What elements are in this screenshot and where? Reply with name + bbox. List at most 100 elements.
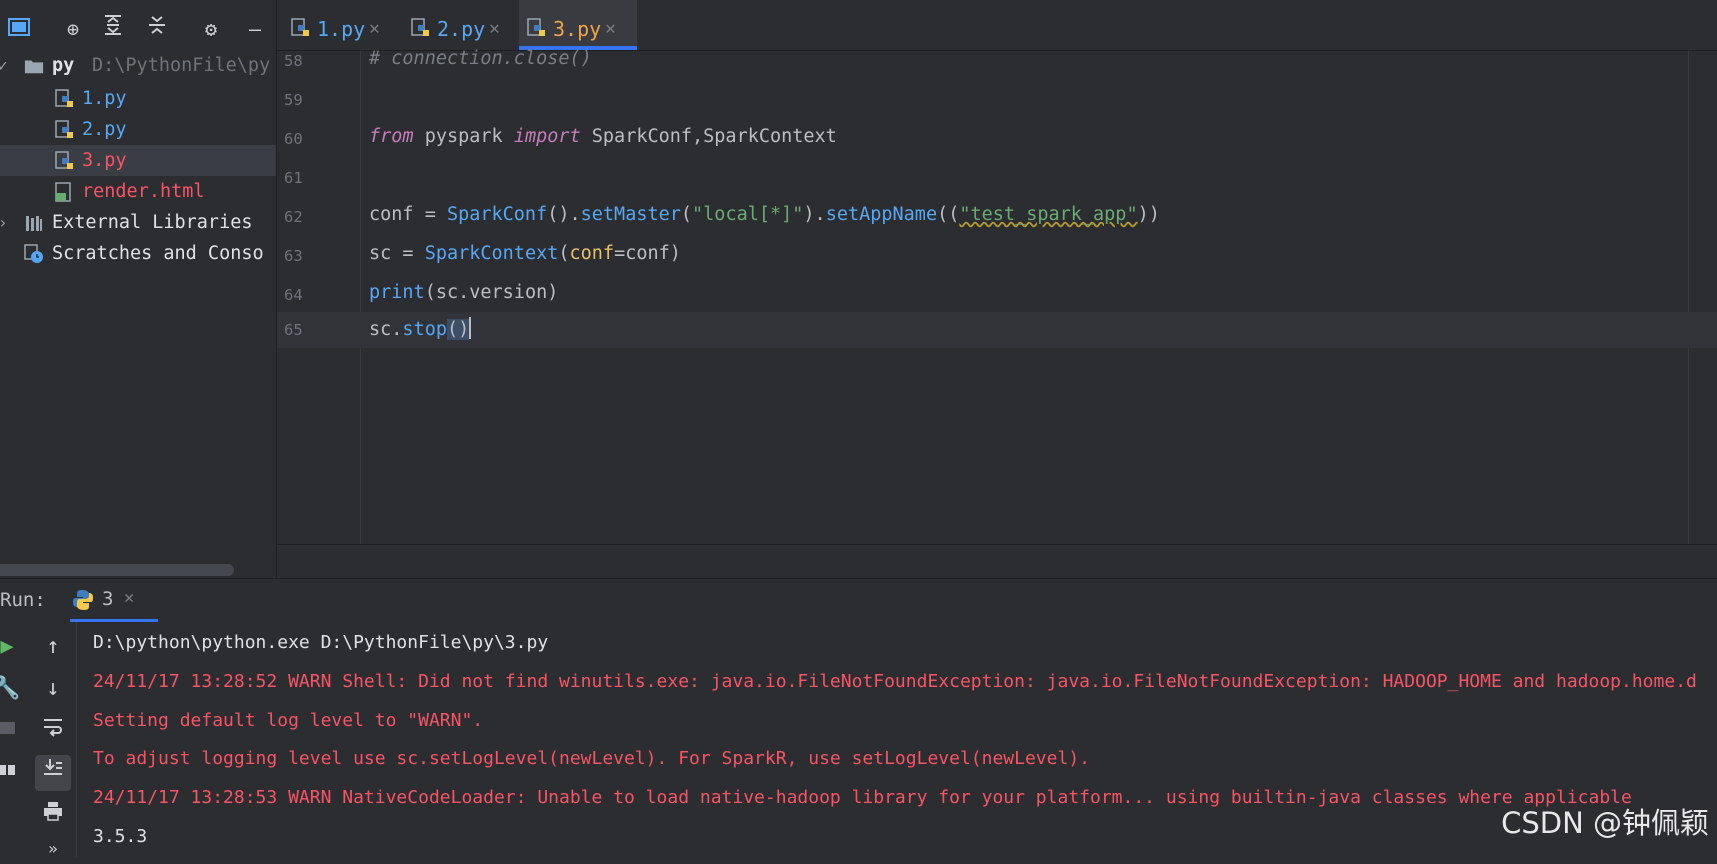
code-comment: # connection.close() <box>369 48 592 69</box>
code-token: setMaster <box>580 204 681 225</box>
keyword-from: from <box>369 126 414 147</box>
rerun-icon[interactable]: ▶ <box>0 632 22 662</box>
console-line: 3.5.3 <box>93 826 148 847</box>
run-tab-3[interactable]: 3 ✕ <box>70 579 158 623</box>
code-line[interactable]: 64 print(sc.version) <box>277 277 1717 313</box>
console-line-warning: 24/11/17 13:28:52 WARN Shell: Did not fi… <box>93 671 1697 692</box>
code-token: conf = <box>369 204 447 225</box>
collapse-all-icon[interactable] <box>142 14 172 44</box>
python-file-icon <box>55 120 73 138</box>
minimize-icon[interactable]: — <box>240 14 270 44</box>
tree-item-file[interactable]: 2.py <box>0 114 276 145</box>
run-console-output[interactable]: D:\python\python.exe D:\PythonFile\py\3.… <box>77 622 1717 857</box>
chevron-down-icon[interactable]: ✓ <box>0 50 8 81</box>
code-token: print <box>369 282 425 303</box>
root-folder-name: py <box>52 55 75 76</box>
gear-icon[interactable]: ⚙ <box>196 14 226 44</box>
code-token: sc. <box>369 319 403 340</box>
print-icon[interactable] <box>38 800 68 830</box>
arrow-down-icon[interactable]: ↓ <box>38 674 68 704</box>
code-token: setAppName <box>825 204 938 225</box>
python-file-icon <box>411 18 429 36</box>
run-tool-window-header: Run: 3 ✕ <box>0 578 1717 623</box>
code-token: (sc.version) <box>424 282 559 303</box>
line-number: 58 <box>284 52 303 70</box>
scroll-to-end-icon[interactable] <box>35 755 71 791</box>
tree-root[interactable]: ✓ py D:\PythonFile\py <box>0 50 276 81</box>
python-file-icon <box>527 18 545 36</box>
run-tab-label: 3 <box>102 588 114 610</box>
console-line: D:\python\python.exe D:\PythonFile\py\3.… <box>93 632 549 653</box>
code-token: () <box>446 319 470 340</box>
root-folder-path: D:\PythonFile\py <box>92 55 271 76</box>
line-number: 63 <box>284 247 303 265</box>
code-line[interactable]: 60 from pyspark import SparkConf,SparkCo… <box>277 121 1717 157</box>
console-line-warning: To adjust logging level use sc.setLogLev… <box>93 748 1090 769</box>
code-token: "test_spark_app" <box>959 204 1138 225</box>
code-token: (). <box>547 204 581 225</box>
more-icon[interactable]: » <box>38 834 68 864</box>
close-icon[interactable]: ✕ <box>124 588 134 608</box>
line-number: 62 <box>284 208 303 226</box>
code-line[interactable]: 61 <box>277 160 1717 196</box>
console-line-warning: Setting default log level to "WARN". <box>93 710 484 731</box>
import-names: SparkConf,SparkContext <box>580 126 837 147</box>
wrench-icon[interactable]: 🔧 <box>0 674 22 704</box>
console-line-warning: 24/11/17 13:28:53 WARN NativeCodeLoader:… <box>93 787 1632 808</box>
module-name: pyspark <box>413 126 514 147</box>
scratches-icon <box>24 244 43 263</box>
text-caret <box>469 317 472 339</box>
html-file-icon <box>55 182 71 202</box>
project-view-icon[interactable] <box>4 14 34 44</box>
code-token: )) <box>1137 204 1160 225</box>
folder-icon <box>24 60 44 74</box>
soft-wrap-icon[interactable] <box>38 716 68 746</box>
code-token: conf <box>569 243 615 264</box>
code-token: ). <box>803 204 826 225</box>
code-token: ( <box>558 243 570 264</box>
tree-item-label: 1.py <box>82 88 127 109</box>
chevron-right-icon[interactable]: › <box>0 207 8 238</box>
code-line[interactable]: 63 sc = SparkContext(conf=conf) <box>277 238 1717 274</box>
code-token: (( <box>937 204 960 225</box>
keyword-import: import <box>513 126 581 147</box>
layout-icon[interactable] <box>0 758 22 788</box>
code-line[interactable]: 58 # connection.close() <box>277 43 1717 79</box>
tree-item-label: 3.py <box>82 150 127 171</box>
library-icon <box>26 216 42 231</box>
code-token: SparkConf <box>446 204 548 225</box>
code-token: sc = <box>369 243 425 264</box>
tree-item-label: External Libraries <box>52 212 253 233</box>
python-file-icon <box>55 151 73 169</box>
code-token: SparkContext <box>424 243 559 264</box>
tree-item-file-selected[interactable]: 3.py <box>0 145 276 176</box>
code-token: ( <box>680 204 693 225</box>
code-token: =conf) <box>614 243 681 264</box>
line-number: 64 <box>284 286 303 304</box>
code-token: "local[*]" <box>692 204 804 225</box>
code-line[interactable]: 62 conf = SparkConf().setMaster("local[*… <box>277 199 1717 235</box>
project-horizontal-scrollbar[interactable] <box>0 564 234 576</box>
tree-item-file[interactable]: 1.py <box>0 83 276 114</box>
code-token: stop <box>402 319 447 340</box>
arrow-up-icon[interactable]: ↑ <box>38 632 68 662</box>
run-label: Run: <box>0 589 46 611</box>
line-number: 59 <box>284 91 303 109</box>
code-line-current[interactable]: 65 sc.stop() <box>277 312 1717 348</box>
tree-item-external-libraries[interactable]: › External Libraries <box>0 207 276 238</box>
line-number: 60 <box>284 130 303 148</box>
python-file-icon <box>55 89 73 107</box>
python-icon <box>73 590 93 610</box>
code-editor[interactable]: 58 # connection.close() 59 60 from pyspa… <box>277 48 1717 544</box>
tree-item-file[interactable]: render.html <box>0 176 276 207</box>
tree-item-label: Scratches and Conso <box>52 243 264 264</box>
expand-all-icon[interactable] <box>98 14 128 44</box>
python-file-icon <box>291 18 309 36</box>
tree-item-scratches[interactable]: Scratches and Conso <box>0 238 276 269</box>
watermark-text: CSDN @钟佩颖 <box>1501 806 1709 840</box>
locate-icon[interactable]: ⊕ <box>58 14 88 44</box>
tree-item-label: 2.py <box>82 119 127 140</box>
code-line[interactable]: 59 <box>277 82 1717 118</box>
line-number: 65 <box>284 321 303 339</box>
stop-icon[interactable] <box>0 716 22 746</box>
